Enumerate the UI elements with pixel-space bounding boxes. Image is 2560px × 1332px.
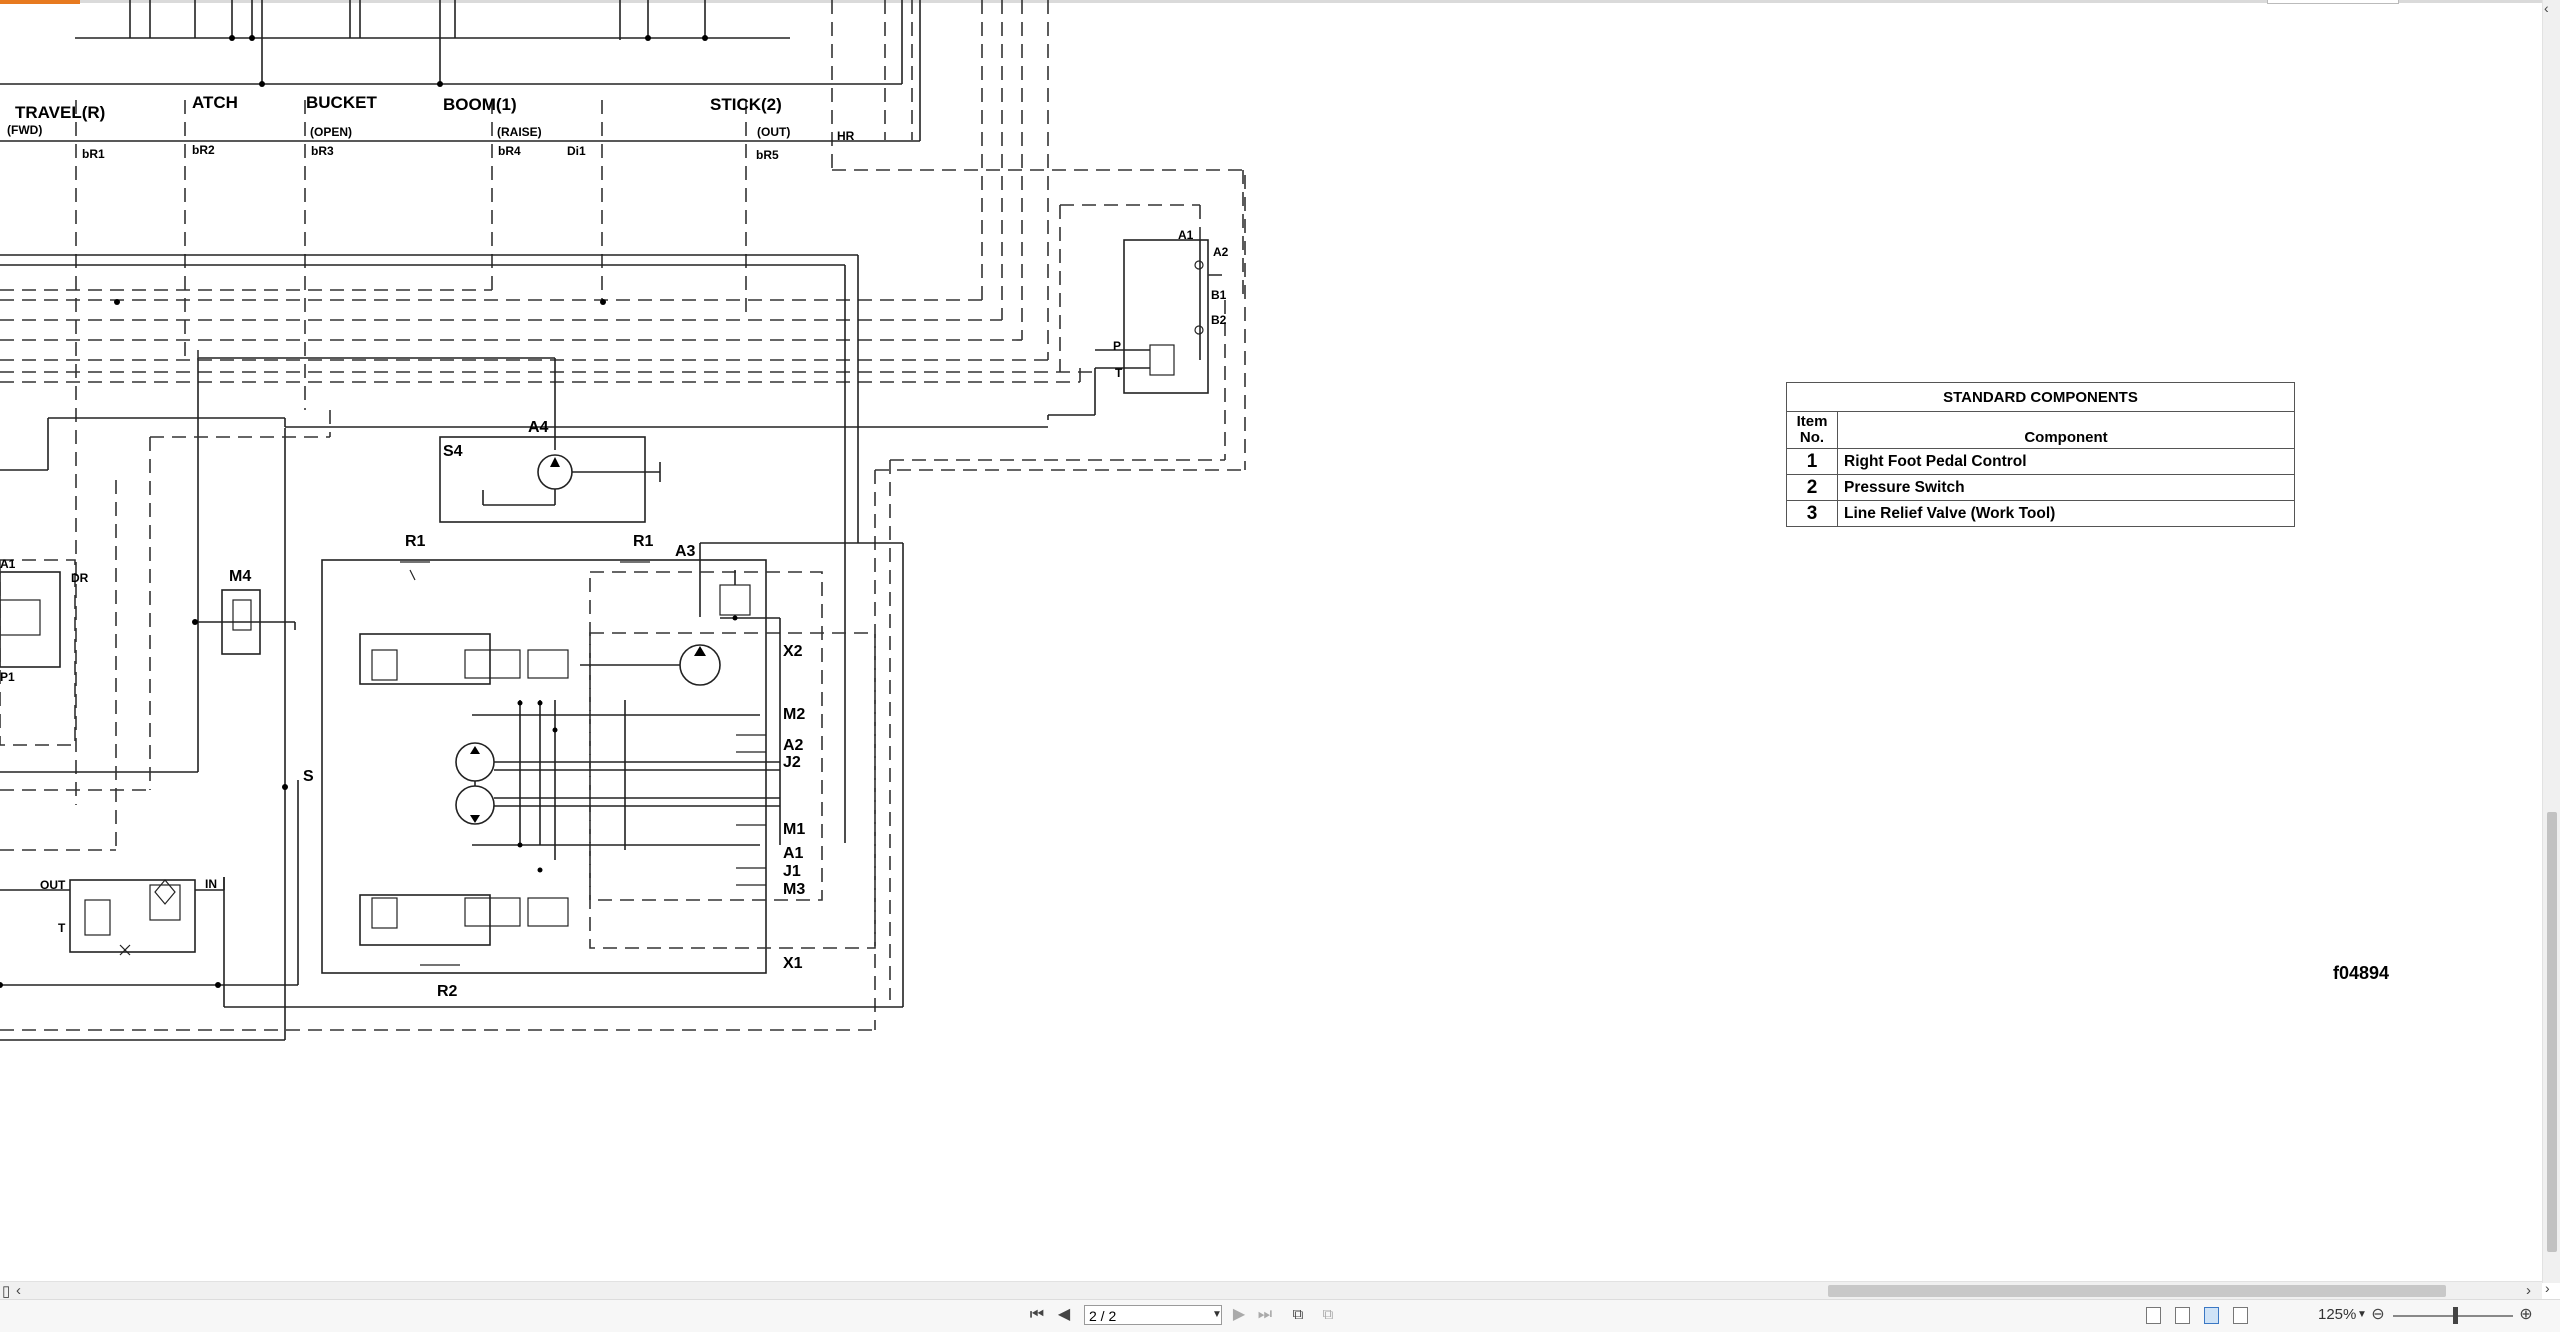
label-m2: M2 [783,706,805,723]
label-br4: bR4 [498,144,521,158]
zoom-out-icon[interactable]: ⊖ [2368,1304,2388,1326]
label-stick: STICK(2) [710,95,782,114]
label-x1: X1 [783,955,803,972]
label-br3: bR3 [311,144,334,158]
label-s: S [303,768,314,785]
label-di1: Di1 [567,144,586,158]
fit-width-icon[interactable]: ⧉ [1318,1304,1338,1326]
label-j2: J2 [783,754,801,771]
two-page-continuous-view-icon[interactable] [2233,1307,2248,1324]
label-b2: B2 [1211,313,1227,327]
zoom-level[interactable]: 125% [2318,1305,2356,1325]
label-atch: ATCH [192,93,238,112]
label-a1-mid: A1 [783,845,804,862]
label-a2-top: A2 [1213,245,1229,259]
first-page-icon[interactable]: ⏮ [1028,1304,1046,1326]
table-row: 2 Pressure Switch [1786,474,2295,501]
label-br5: bR5 [756,148,779,162]
label-m1: M1 [783,821,805,838]
page-number-input[interactable]: 2 / 2 [1084,1305,1222,1325]
label-dr: DR [71,571,89,585]
label-p: P [1113,339,1121,353]
top-control-lines [0,0,1049,360]
last-page-icon[interactable]: ⏭ [1256,1304,1274,1326]
vertical-scrollbar[interactable] [2542,0,2560,1283]
scroll-left-box-icon[interactable]: ▯ [2,1282,10,1300]
two-page-view-icon[interactable] [2204,1307,2219,1324]
row-component: Pressure Switch [1837,474,2295,501]
table-row: 1 Right Foot Pedal Control [1786,448,2295,475]
label-br1: bR1 [82,147,105,161]
continuous-view-icon[interactable] [2175,1307,2190,1324]
vertical-scrollbar-thumb[interactable] [2547,812,2557,1252]
pilot-lines [0,100,1244,805]
label-br2: bR2 [192,143,215,157]
next-page-icon[interactable]: ▶ [1231,1304,1247,1326]
fit-page-icon[interactable]: ⧉ [1288,1304,1308,1326]
scroll-left-icon[interactable]: ‹ [16,1282,21,1299]
label-out: OUT [40,878,66,892]
label-a1-top: A1 [1178,228,1194,242]
label-b1: B1 [1211,288,1227,302]
single-page-view-icon[interactable] [2146,1307,2161,1324]
label-r1-left: R1 [405,533,426,550]
scroll-right-icon[interactable]: › [2526,1282,2531,1299]
label-x2: X2 [783,643,803,660]
label-s4: S4 [443,443,463,460]
zoom-dropdown-icon[interactable]: ▼ [2357,1305,2367,1325]
label-in: IN [205,877,217,891]
header-item-no: Item No. [1786,411,1838,449]
label-travel: TRAVEL(R) [15,103,105,122]
table-row: 3 Line Relief Valve (Work Tool) [1786,500,2295,527]
label-m3: M3 [783,881,805,898]
label-hr: HR [837,129,855,143]
horizontal-scrollbar-thumb[interactable] [1828,1285,2446,1297]
horizontal-scrollbar[interactable]: ▯ ‹ › [0,1281,2542,1300]
zoom-in-icon[interactable]: ⊕ [2516,1304,2536,1326]
document-viewport[interactable]: TRAVEL(R) (FWD) ATCH BUCKET (OPEN) BOOM(… [0,0,2542,1283]
label-stick-sub: (OUT) [757,125,790,139]
label-r1-right: R1 [633,533,654,550]
label-boom: BOOM(1) [443,95,517,114]
scroll-down-icon[interactable]: › [2545,1280,2550,1296]
scroll-up-icon[interactable]: ‹ [2544,0,2549,16]
label-p1: P1 [0,670,15,684]
label-r2: R2 [437,983,458,1000]
row-component: Line Relief Valve (Work Tool) [1837,500,2295,527]
page-dropdown-icon[interactable]: ▼ [1212,1305,1222,1325]
label-boom-sub: (RAISE) [497,125,542,139]
left-edge-components [0,559,296,956]
label-t-filter: T [58,921,66,935]
hydraulic-schematic: TRAVEL(R) (FWD) ATCH BUCKET (OPEN) BOOM(… [0,0,1246,1041]
row-number: 3 [1786,500,1838,527]
pilot-pump [439,436,661,523]
label-bucket: BUCKET [306,93,377,112]
zoom-slider-thumb[interactable] [2453,1307,2458,1324]
label-a3: A3 [675,543,696,560]
figure-id: f04894 [2333,963,2390,983]
table-title: STANDARD COMPONENTS [1786,382,2295,412]
label-a4: A4 [528,419,549,436]
prev-page-icon[interactable]: ◀ [1056,1304,1072,1326]
standard-components-table: STANDARD COMPONENTS Item No. Component 1… [1786,382,2295,527]
label-m4: M4 [229,568,251,585]
row-component: Right Foot Pedal Control [1837,448,2295,475]
label-a2-mid: A2 [783,737,804,754]
row-number: 2 [1786,474,1838,501]
label-a1-left: A1 [0,557,16,571]
row-number: 1 [1786,448,1838,475]
page-navigation-toolbar: ⏮ ◀ 2 / 2 ▼ ▶ ⏭ ⧉ ⧉ 125% ▼ ⊖ ⊕ [0,1299,2560,1332]
label-bucket-sub: (OPEN) [310,125,352,139]
header-component: Component [1837,411,2295,449]
label-t-valve: T [1115,366,1123,380]
label-j1: J1 [783,863,801,880]
label-travel-sub: (FWD) [7,123,42,137]
